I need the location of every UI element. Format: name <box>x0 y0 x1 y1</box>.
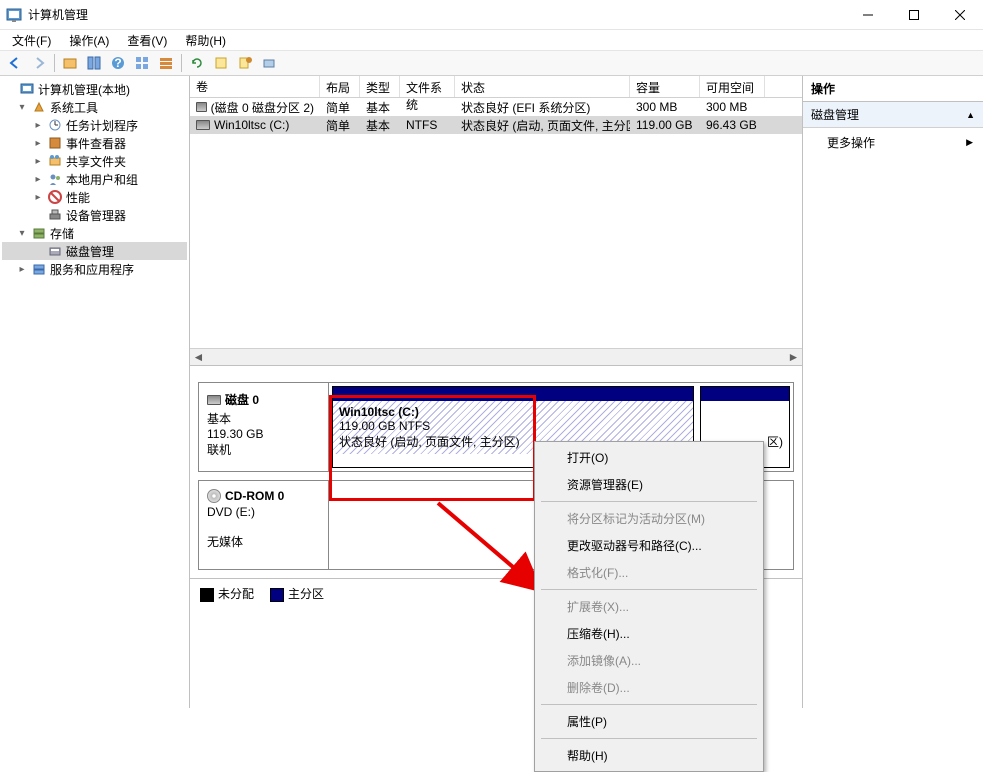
menu-bar: 文件(F) 操作(A) 查看(V) 帮助(H) <box>0 30 983 50</box>
tree-performance[interactable]: ▸性能 <box>2 188 187 206</box>
scroll-left-icon[interactable]: ◄ <box>190 350 207 365</box>
tree-event-viewer[interactable]: ▸事件查看器 <box>2 134 187 152</box>
menu-action[interactable]: 操作(A) <box>61 30 117 51</box>
toolbar-icon-7[interactable] <box>258 52 280 74</box>
chevron-right-icon: ▶ <box>966 137 973 148</box>
tree-services-apps[interactable]: ▸服务和应用程序 <box>2 260 187 278</box>
toolbar-icon-1[interactable] <box>59 52 81 74</box>
volume-list[interactable]: 卷 布局 类型 文件系统 状态 容量 可用空间 (磁盘 0 磁盘分区 2) 简单… <box>190 76 802 366</box>
legend-unallocated-icon <box>200 588 214 602</box>
col-layout[interactable]: 布局 <box>320 76 360 97</box>
ctx-delete: 删除卷(D)... <box>537 674 761 701</box>
horizontal-scrollbar[interactable]: ◄ ► <box>190 348 802 365</box>
actions-more[interactable]: 更多操作 ▶ <box>803 128 983 157</box>
actions-pane: 操作 磁盘管理 ▲ 更多操作 ▶ <box>803 76 983 708</box>
toolbar-icon-5[interactable] <box>210 52 232 74</box>
volume-row[interactable]: Win10ltsc (C:) 简单 基本 NTFS 状态良好 (启动, 页面文件… <box>190 116 802 134</box>
window-title: 计算机管理 <box>28 6 845 23</box>
maximize-button[interactable] <box>891 0 937 30</box>
toolbar: ? <box>0 50 983 76</box>
cdrom-icon <box>207 489 221 503</box>
volume-icon <box>196 120 210 130</box>
ctx-change-letter[interactable]: 更改驱动器号和路径(C)... <box>537 532 761 559</box>
col-fs[interactable]: 文件系统 <box>400 76 455 97</box>
svg-text:?: ? <box>114 56 121 70</box>
ctx-shrink[interactable]: 压缩卷(H)... <box>537 620 761 647</box>
ctx-format: 格式化(F)... <box>537 559 761 586</box>
toolbar-icon-2[interactable] <box>83 52 105 74</box>
col-free[interactable]: 可用空间 <box>700 76 765 97</box>
navigation-tree[interactable]: 计算机管理(本地) ▾系统工具 ▸任务计划程序 ▸事件查看器 ▸共享文件夹 ▸本… <box>0 76 190 708</box>
forward-button[interactable] <box>28 52 50 74</box>
ctx-add-mirror: 添加镜像(A)... <box>537 647 761 674</box>
title-bar: 计算机管理 <box>0 0 983 30</box>
ctx-extend: 扩展卷(X)... <box>537 593 761 620</box>
ctx-open[interactable]: 打开(O) <box>537 444 761 471</box>
disk-icon <box>207 395 221 405</box>
toolbar-icon-3[interactable] <box>131 52 153 74</box>
scroll-right-icon[interactable]: ► <box>785 350 802 365</box>
app-icon <box>6 7 22 23</box>
volume-icon <box>196 102 207 112</box>
menu-file[interactable]: 文件(F) <box>4 30 59 51</box>
tree-device-manager[interactable]: 设备管理器 <box>2 206 187 224</box>
disk-info[interactable]: 磁盘 0 基本 119.30 GB 联机 <box>199 383 329 471</box>
col-capacity[interactable]: 容量 <box>630 76 700 97</box>
volume-row[interactable]: (磁盘 0 磁盘分区 2) 简单 基本 状态良好 (EFI 系统分区) 300 … <box>190 98 802 116</box>
toolbar-icon-4[interactable] <box>155 52 177 74</box>
context-menu: 打开(O) 资源管理器(E) 将分区标记为活动分区(M) 更改驱动器号和路径(C… <box>534 441 764 772</box>
menu-help[interactable]: 帮助(H) <box>177 30 234 51</box>
collapse-icon[interactable]: ▲ <box>966 110 975 120</box>
actions-header: 操作 <box>803 76 983 102</box>
tree-shared-folders[interactable]: ▸共享文件夹 <box>2 152 187 170</box>
legend-primary-icon <box>270 588 284 602</box>
help-icon[interactable]: ? <box>107 52 129 74</box>
menu-view[interactable]: 查看(V) <box>119 30 175 51</box>
tree-local-users[interactable]: ▸本地用户和组 <box>2 170 187 188</box>
minimize-button[interactable] <box>845 0 891 30</box>
close-button[interactable] <box>937 0 983 30</box>
ctx-help[interactable]: 帮助(H) <box>537 742 761 769</box>
disk-info[interactable]: CD-ROM 0 DVD (E:) 无媒体 <box>199 481 329 569</box>
ctx-properties[interactable]: 属性(P) <box>537 708 761 735</box>
refresh-icon[interactable] <box>186 52 208 74</box>
tree-disk-management[interactable]: 磁盘管理 <box>2 242 187 260</box>
tree-root[interactable]: 计算机管理(本地) <box>2 80 187 98</box>
col-type[interactable]: 类型 <box>360 76 400 97</box>
tree-storage[interactable]: ▾存储 <box>2 224 187 242</box>
toolbar-icon-6[interactable] <box>234 52 256 74</box>
actions-group[interactable]: 磁盘管理 ▲ <box>803 102 983 128</box>
tree-task-scheduler[interactable]: ▸任务计划程序 <box>2 116 187 134</box>
ctx-mark-active: 将分区标记为活动分区(M) <box>537 505 761 532</box>
col-status[interactable]: 状态 <box>455 76 630 97</box>
ctx-explorer[interactable]: 资源管理器(E) <box>537 471 761 498</box>
volume-list-header: 卷 布局 类型 文件系统 状态 容量 可用空间 <box>190 76 802 98</box>
tree-system-tools[interactable]: ▾系统工具 <box>2 98 187 116</box>
col-volume[interactable]: 卷 <box>190 76 320 97</box>
back-button[interactable] <box>4 52 26 74</box>
